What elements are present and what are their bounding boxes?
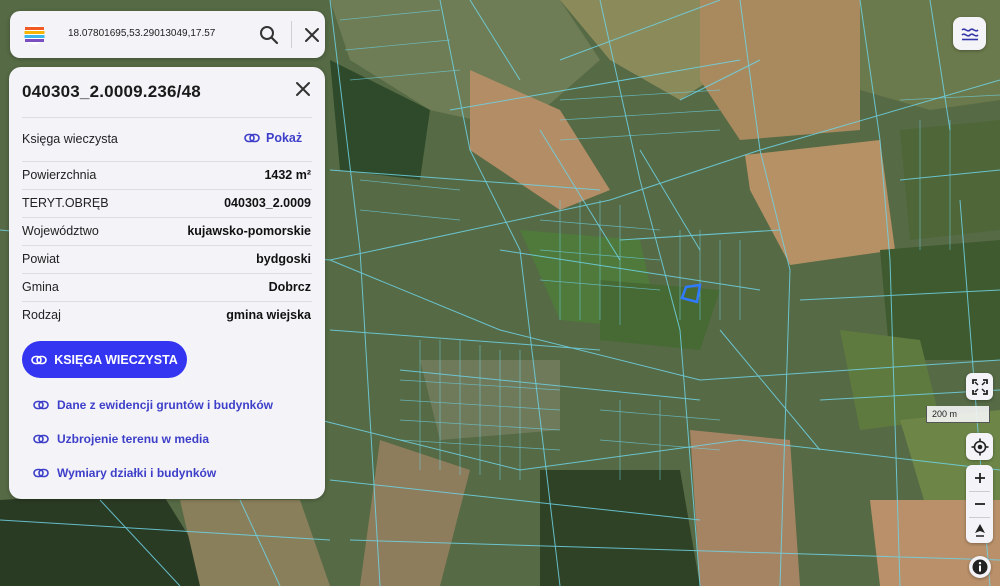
compass-icon (974, 524, 985, 537)
row-value-type: gmina wiejska (226, 308, 311, 322)
info-button[interactable] (969, 556, 991, 578)
divider (22, 301, 312, 302)
divider (22, 189, 312, 190)
show-label: Pokaż (266, 131, 303, 145)
row-label-area: Powierzchnia (22, 168, 97, 182)
parcel-id: 040303_2.0009.236/48 (22, 82, 201, 101)
link-icon (31, 355, 47, 364)
search-bar[interactable]: 18.07801695,53.29013049,17.57 (10, 11, 325, 58)
land-registry-button[interactable]: KSIĘGA WIECZYSTA (22, 341, 187, 378)
zoom-out-button[interactable] (966, 491, 993, 517)
fullscreen-button[interactable] (966, 373, 993, 400)
land-registry-button-label: KSIĘGA WIECZYSTA (54, 352, 178, 367)
row-value-voivodeship: kujawsko-pomorskie (187, 224, 311, 238)
land-registry-label: Księga wieczysta (22, 132, 118, 146)
row-label-municipality: Gmina (22, 280, 59, 294)
link-icon (33, 434, 49, 444)
compass-button[interactable] (966, 517, 993, 543)
row-label-teryt: TERYT.OBRĘB (22, 196, 109, 210)
app-logo-icon (24, 24, 45, 45)
map-scale: 200 m (926, 406, 990, 423)
divider (22, 245, 312, 246)
land-records-link[interactable]: Dane z ewidencji gruntów i budynków (33, 398, 273, 412)
divider (22, 273, 312, 274)
zoom-out-icon (974, 503, 985, 505)
layers-icon (960, 27, 979, 40)
close-panel-icon[interactable] (293, 79, 313, 99)
link-icon (33, 400, 49, 410)
divider (22, 117, 312, 118)
layers-button[interactable] (953, 17, 986, 50)
dimensions-link[interactable]: Wymiary działki i budynków (33, 466, 216, 480)
row-value-area: 1432 m² (264, 168, 311, 182)
zoom-in-button[interactable] (966, 465, 993, 491)
fullscreen-icon (971, 378, 988, 395)
land-records-link-label: Dane z ewidencji gruntów i budynków (57, 398, 274, 412)
link-icon (244, 133, 260, 143)
row-value-county: bydgoski (256, 252, 311, 266)
row-value-municipality: Dobrcz (268, 280, 311, 294)
divider (22, 161, 312, 162)
search-icon[interactable] (257, 23, 281, 47)
close-icon[interactable] (300, 23, 324, 47)
row-label-type: Rodzaj (22, 308, 61, 322)
parcel-info-panel: 040303_2.0009.236/48 Księga wieczysta Po… (9, 67, 325, 499)
info-icon (972, 559, 988, 575)
show-land-registry-link[interactable]: Pokaż (244, 131, 302, 145)
dimensions-link-label: Wymiary działki i budynków (57, 466, 217, 480)
divider (22, 217, 312, 218)
row-label-voivodeship: Województwo (22, 224, 99, 238)
row-label-county: Powiat (22, 252, 60, 266)
coordinates-input[interactable]: 18.07801695,53.29013049,17.57 (68, 28, 215, 39)
locate-button[interactable] (966, 433, 993, 460)
locate-icon (971, 438, 988, 455)
zoom-in-icon (974, 473, 985, 483)
link-icon (33, 468, 49, 478)
utilities-link-label: Uzbrojenie terenu w media (57, 432, 210, 446)
row-value-teryt: 040303_2.0009 (224, 196, 311, 210)
zoom-controls (966, 465, 993, 543)
utilities-link[interactable]: Uzbrojenie terenu w media (33, 432, 209, 446)
search-divider (291, 21, 292, 48)
